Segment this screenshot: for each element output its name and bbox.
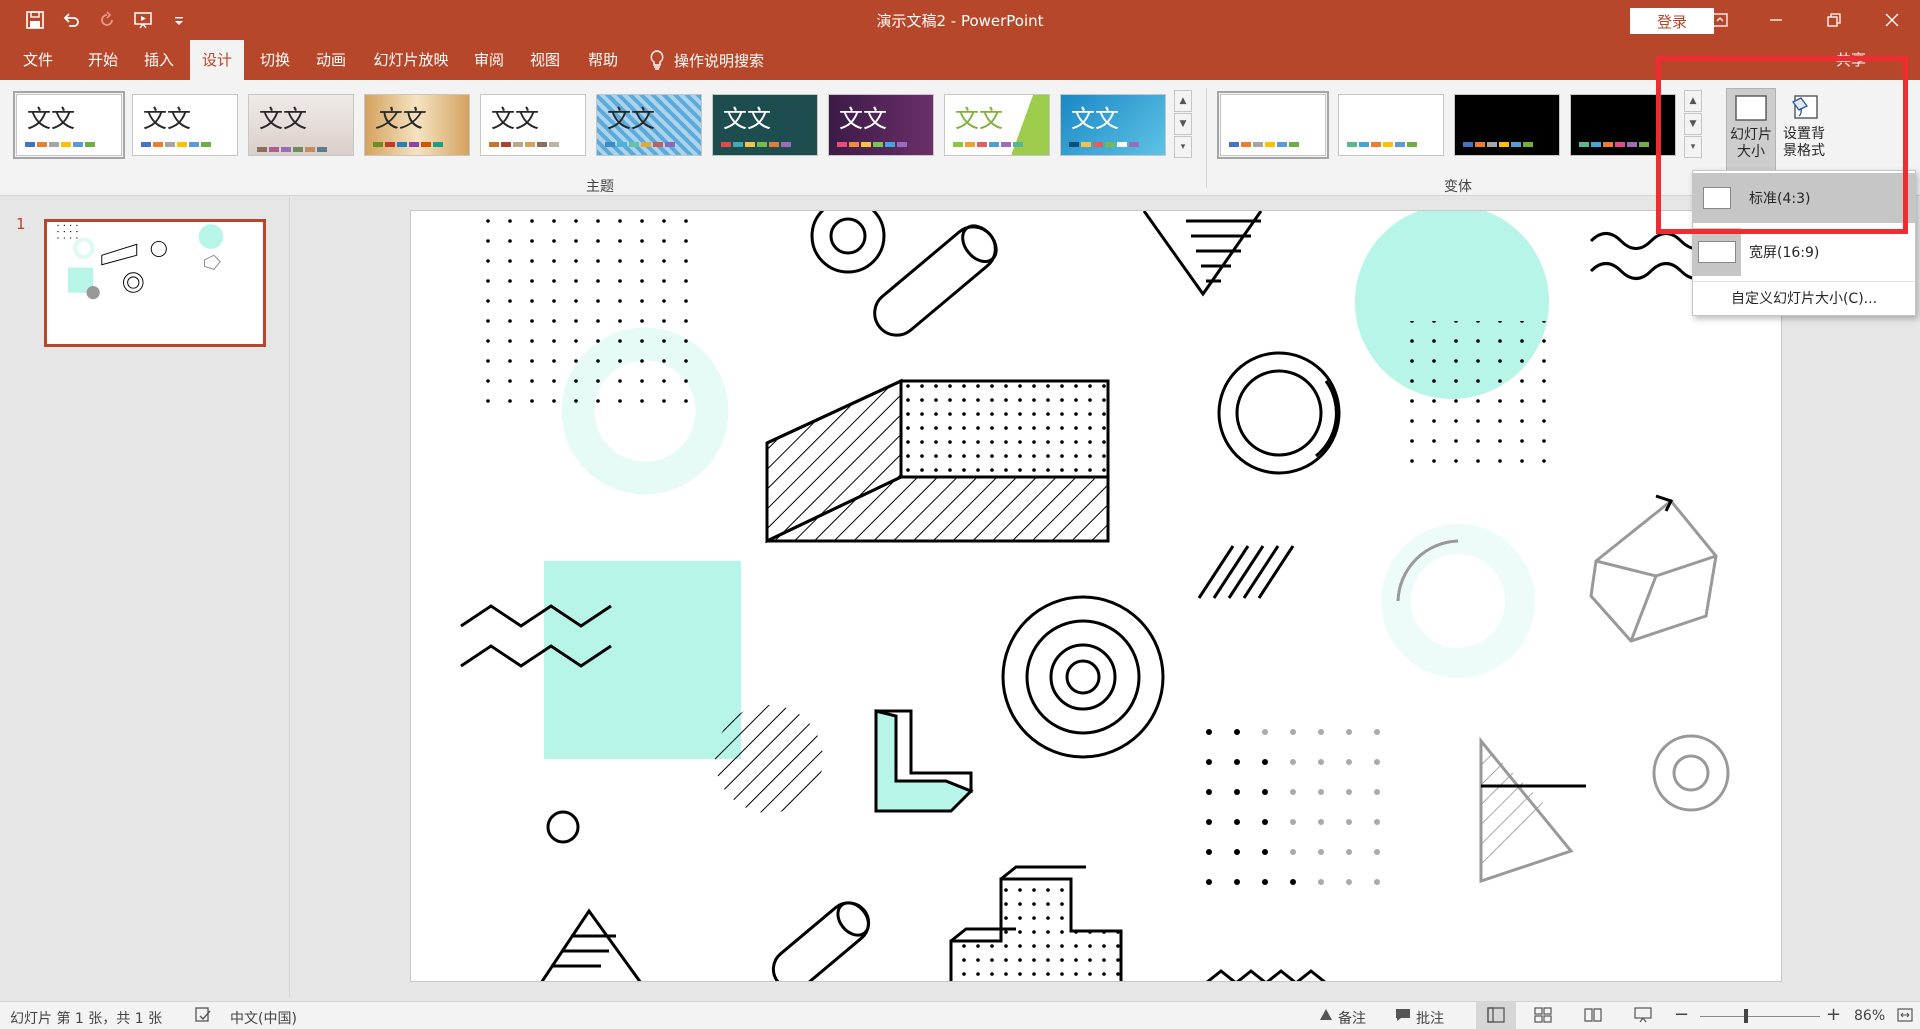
tab-insert[interactable]: 插入 [132,40,186,80]
zoom-slider-thumb[interactable] [1744,1009,1748,1023]
theme-preview-text: 文文 [723,105,771,133]
slide-thumbnails-pane: 1 [0,197,290,997]
theme-preview-text: 文文 [1071,105,1119,133]
ribbon-display-options-icon[interactable] [1692,0,1748,40]
normal-view-button[interactable] [1476,1002,1516,1029]
fit-to-window-icon[interactable] [1896,1007,1914,1023]
tell-me-search[interactable]: 操作说明搜索 [648,40,764,80]
status-bar: 幻灯片 第 1 张，共 1 张 中文(中国) 备注 批注 − + 86% [0,1001,1920,1029]
theme-pattern[interactable]: 文文 [596,94,702,156]
close-icon[interactable] [1864,0,1920,40]
tab-home[interactable]: 开始 [76,40,130,80]
menu-item-widescreen-label: 宽屏(16:9) [1749,245,1820,261]
variant-1[interactable] [1217,91,1329,159]
themes-scroll-down[interactable]: ▼ [1174,113,1192,135]
menu-item-custom-size[interactable]: 自定义幻灯片大小(C)... [1693,281,1915,313]
theme-preview-text: 文文 [143,105,191,133]
tab-help[interactable]: 帮助 [576,40,630,80]
theme-preview-text: 文文 [955,105,1003,133]
theme-green[interactable]: 文文 [944,94,1050,156]
theme-preview-text: 文文 [839,105,887,133]
slide-canvas[interactable] [410,210,1782,982]
group-separator [1206,88,1207,188]
theme-office[interactable]: 文文 [13,91,125,159]
theme-dark-teal[interactable]: 文文 [712,94,818,156]
slide-sorter-icon[interactable] [1534,1007,1552,1023]
variant-3[interactable] [1454,94,1560,156]
theme-purple[interactable]: 文文 [828,94,934,156]
zoom-in-button[interactable]: + [1826,1004,1841,1025]
comments-button[interactable]: 批注 [1416,1008,1444,1028]
slide-info: 幻灯片 第 1 张，共 1 张 [10,1011,163,1027]
zoom-level[interactable]: 86% [1854,1008,1885,1024]
theme-preview-text: 文文 [375,105,423,133]
themes-more[interactable]: ▾ [1174,136,1192,158]
reading-view-icon[interactable] [1584,1007,1602,1023]
tab-design[interactable]: 设计 [190,40,244,80]
tab-file[interactable]: 文件 [10,40,66,80]
notes-button[interactable]: 备注 [1338,1008,1366,1028]
slideshow-view-icon[interactable] [1634,1007,1652,1023]
restore-icon[interactable] [1806,0,1862,40]
tab-slideshow[interactable]: 幻灯片放映 [366,40,456,80]
menu-item-widescreen[interactable]: 宽屏(16:9) [1693,227,1915,277]
variants-group-label: 变体 [1444,179,1472,195]
theme-preview-text: 文文 [27,105,75,133]
theme-paper[interactable]: 文文 [248,94,354,156]
theme-blue[interactable]: 文文 [1060,94,1166,156]
theme-preview-text: 文文 [259,105,307,133]
zoom-slider[interactable] [1700,1016,1820,1017]
theme-preview-text: 文文 [607,105,655,133]
variant-2[interactable] [1338,94,1444,156]
minimize-icon[interactable] [1748,0,1804,40]
ribbon-design: 文文 文文 文文 文文 文文 文文 文文 文文 文文 文文 ▲ ▼ ▾ 主题 ▲… [0,80,1920,196]
tell-me-label: 操作说明搜索 [674,51,765,70]
ribbon-tabs: 文件 开始 插入 设计 切换 动画 幻灯片放映 审阅 视图 帮助 操作说明搜索 … [0,40,1920,80]
slide-number: 1 [16,215,26,233]
theme-slice[interactable]: 文文 [480,94,586,156]
themes-scroll-up[interactable]: ▲ [1174,90,1192,112]
title-bar: 演示文稿2 - PowerPoint 登录 [0,0,1920,40]
tab-view[interactable]: 视图 [518,40,572,80]
zoom-out-button[interactable]: − [1674,1004,1689,1025]
language-indicator[interactable]: 中文(中国) [230,1008,297,1028]
notes-icon [1320,1009,1332,1020]
theme-office-2[interactable]: 文文 [132,94,238,156]
tab-review[interactable]: 审阅 [462,40,516,80]
theme-wood[interactable]: 文文 [364,94,470,156]
slide-thumbnail[interactable] [44,219,266,347]
tab-transitions[interactable]: 切换 [248,40,302,80]
tab-animations[interactable]: 动画 [304,40,358,80]
comments-icon [1396,1009,1410,1021]
red-highlight-box [1656,56,1908,234]
spelling-check-icon[interactable] [194,1006,212,1024]
themes-group-label: 主题 [586,179,614,195]
slide-artwork [460,211,1743,981]
lightbulb-icon [650,50,664,70]
theme-preview-text: 文文 [491,105,539,133]
normal-view-icon [1487,1007,1505,1023]
